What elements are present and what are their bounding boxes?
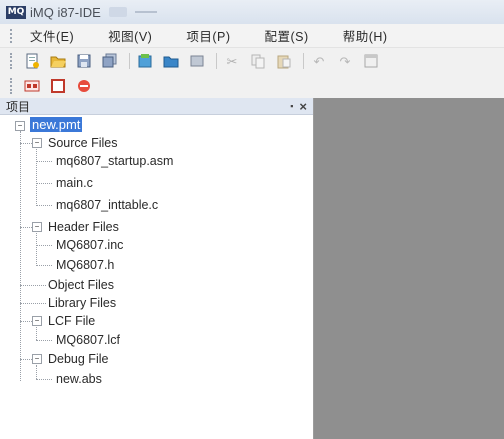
build-toolbar: [0, 74, 504, 98]
tree-line: [20, 303, 46, 304]
compile-icon[interactable]: [23, 78, 41, 94]
close-icon[interactable]: ×: [299, 99, 307, 114]
tree-line: [36, 265, 52, 266]
file-item[interactable]: new.abs: [56, 371, 102, 387]
root-expander-icon[interactable]: −: [15, 121, 25, 131]
folder-lcf-file[interactable]: LCF File: [48, 313, 95, 329]
tree-line: [36, 183, 52, 184]
tree-line: [20, 131, 21, 381]
folder-library-files[interactable]: Library Files: [48, 295, 116, 311]
tree-line: [36, 205, 52, 206]
title-bar: MQ iMQ i87-IDE: [0, 0, 504, 24]
toolbar-grip[interactable]: [10, 53, 15, 69]
cut-icon[interactable]: ✂: [223, 53, 241, 69]
menu-config[interactable]: 配置(S): [265, 26, 309, 45]
undo-icon[interactable]: ↶: [310, 53, 328, 69]
window-icon[interactable]: [362, 53, 380, 69]
app-logo-icon: MQ: [6, 5, 26, 19]
panel-header: 项目 ▪ ×: [0, 98, 313, 115]
project-panel: 项目 ▪ × − new.pmt − Source Files mq6807_s…: [0, 98, 314, 439]
file-item[interactable]: MQ6807.inc: [56, 237, 123, 253]
file-item[interactable]: main.c: [56, 175, 93, 191]
tree-line: [36, 379, 52, 380]
build-icon[interactable]: [49, 78, 67, 94]
folder-expander-icon[interactable]: −: [32, 316, 42, 326]
tree-root[interactable]: new.pmt: [30, 117, 83, 133]
tree-line: [36, 340, 52, 341]
file-item[interactable]: mq6807_startup.asm: [56, 153, 173, 169]
toolbar-separator: [129, 53, 130, 69]
menu-bar: 文件(E) 视图(V) 项目(P) 配置(S) 帮助(H): [0, 24, 504, 48]
save-all-icon[interactable]: [101, 53, 119, 69]
project-tree: − new.pmt − Source Files mq6807_startup.…: [0, 115, 313, 435]
tree-line: [20, 285, 46, 286]
panel-title: 项目: [6, 99, 31, 114]
title-divider: [134, 11, 157, 13]
tree-line: [36, 365, 37, 379]
open-project-icon[interactable]: [162, 53, 180, 69]
new-file-icon[interactable]: [23, 53, 41, 69]
redo-icon[interactable]: ↷: [336, 53, 354, 69]
window-title: iMQ i87-IDE: [30, 4, 101, 20]
file-item[interactable]: mq6807_inttable.c: [56, 197, 158, 213]
main-toolbar: ✂ ↶ ↷: [0, 48, 504, 74]
folder-expander-icon[interactable]: −: [32, 138, 42, 148]
copy-icon[interactable]: [249, 53, 267, 69]
file-item[interactable]: MQ6807.lcf: [56, 332, 120, 348]
root-label: new.pmt: [30, 117, 83, 132]
folder-object-files[interactable]: Object Files: [48, 277, 114, 293]
save-icon[interactable]: [75, 53, 93, 69]
folder-debug-file[interactable]: Debug File: [48, 351, 108, 367]
editor-workspace[interactable]: [314, 98, 504, 439]
folder-expander-icon[interactable]: −: [32, 222, 42, 232]
tree-line: [36, 161, 52, 162]
new-project-icon[interactable]: [136, 53, 154, 69]
folder-header-files[interactable]: Header Files: [48, 219, 119, 235]
menu-view[interactable]: 视图(V): [108, 26, 152, 45]
toolbar-separator: [216, 53, 217, 69]
toolbar-separator: [303, 53, 304, 69]
tree-line: [36, 233, 37, 266]
menu-help[interactable]: 帮助(H): [343, 26, 388, 45]
menu-project[interactable]: 项目(P): [186, 26, 230, 45]
paste-icon[interactable]: [275, 53, 293, 69]
tree-line: [36, 327, 37, 340]
toolbar-grip[interactable]: [10, 78, 15, 94]
folder-source-files[interactable]: Source Files: [48, 135, 117, 151]
tree-line: [36, 149, 37, 206]
stop-icon[interactable]: [75, 78, 93, 94]
menu-grip[interactable]: [10, 28, 16, 43]
panel-controls: ▪ ×: [290, 99, 307, 114]
file-item[interactable]: MQ6807.h: [56, 257, 114, 273]
menu-file[interactable]: 文件(E): [30, 26, 74, 45]
pin-icon[interactable]: ▪: [290, 101, 293, 111]
tree-line: [36, 245, 52, 246]
open-folder-icon[interactable]: [49, 53, 67, 69]
quick-access-icon[interactable]: [108, 7, 127, 17]
close-project-icon[interactable]: [188, 53, 206, 69]
folder-expander-icon[interactable]: −: [32, 354, 42, 364]
